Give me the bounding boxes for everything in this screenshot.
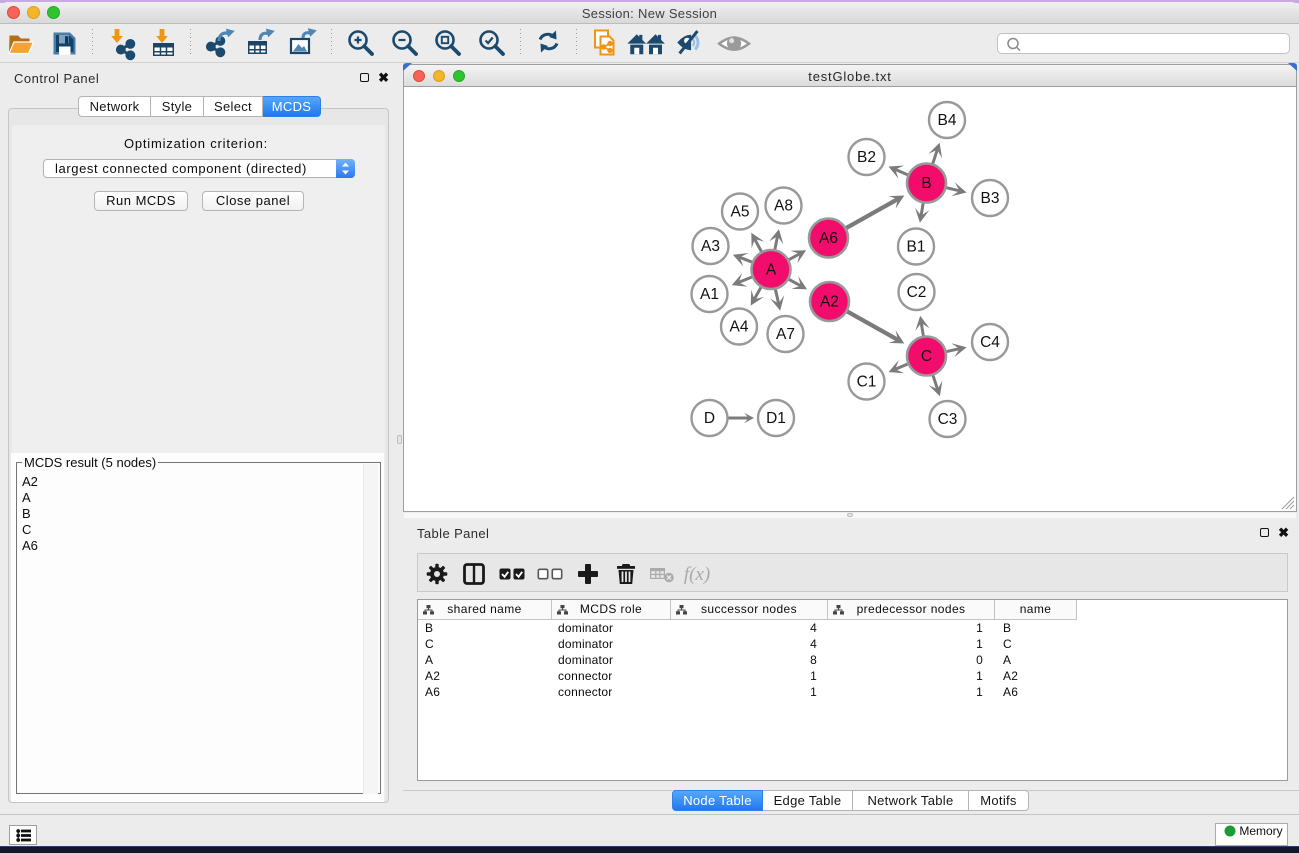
svg-text:D: D — [704, 410, 715, 427]
svg-text:C4: C4 — [980, 334, 1000, 351]
svg-text:A1: A1 — [700, 286, 719, 303]
svg-text:D1: D1 — [766, 410, 786, 427]
svg-text:A8: A8 — [774, 198, 793, 215]
svg-text:B1: B1 — [907, 239, 926, 256]
svg-text:A4: A4 — [730, 319, 749, 336]
svg-text:A2: A2 — [820, 294, 839, 311]
svg-text:f(x): f(x) — [684, 564, 710, 585]
svg-text:B2: B2 — [857, 149, 876, 166]
svg-text:A6: A6 — [819, 230, 838, 247]
svg-text:C2: C2 — [907, 284, 927, 301]
svg-text:B4: B4 — [938, 112, 957, 129]
svg-text:C: C — [921, 348, 932, 365]
svg-text:A3: A3 — [701, 238, 720, 255]
svg-text:C3: C3 — [938, 411, 958, 428]
svg-text:C1: C1 — [857, 374, 877, 391]
svg-text:A: A — [766, 262, 777, 279]
svg-text:A7: A7 — [776, 326, 795, 343]
svg-text:B3: B3 — [981, 190, 1000, 207]
svg-text:B: B — [921, 175, 931, 192]
svg-text:A5: A5 — [731, 204, 750, 221]
